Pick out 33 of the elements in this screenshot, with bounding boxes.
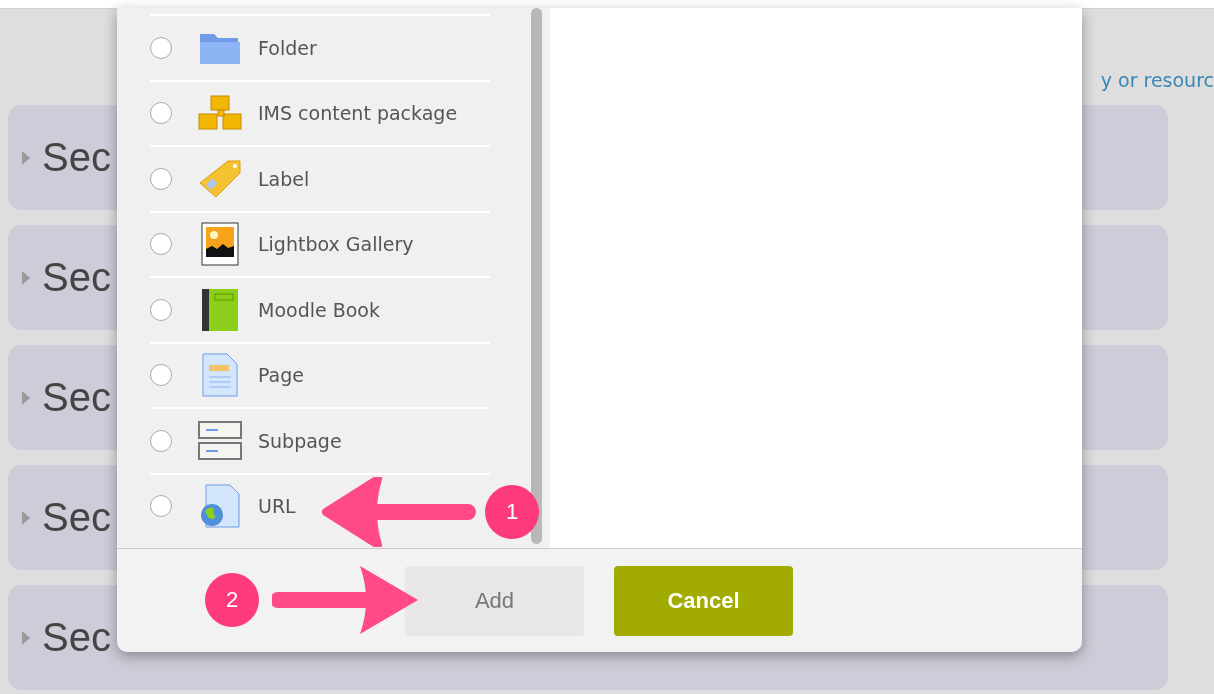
- module-label[interactable]: Lightbox Gallery: [258, 233, 414, 256]
- radio-button[interactable]: [150, 298, 172, 321]
- section-title: Sec: [42, 615, 111, 660]
- radio-button[interactable]: [150, 102, 172, 125]
- scrollbar-thumb[interactable]: [530, 8, 542, 544]
- expand-icon: [22, 390, 30, 405]
- expand-icon: [22, 150, 30, 165]
- radio-button[interactable]: [150, 429, 172, 452]
- radio-button[interactable]: [150, 233, 172, 256]
- radio-button[interactable]: [150, 364, 172, 387]
- image-icon: [198, 222, 242, 267]
- section-title: Sec: [42, 495, 111, 540]
- expand-icon: [22, 270, 30, 285]
- section-title: Sec: [42, 255, 111, 300]
- radio-button[interactable]: [150, 495, 172, 518]
- module-label[interactable]: Page: [258, 364, 304, 387]
- globe-document-icon: [198, 484, 242, 529]
- drawers-icon: [198, 420, 242, 461]
- radio-button[interactable]: [150, 167, 172, 190]
- module-label[interactable]: Subpage: [258, 429, 342, 452]
- tag-icon: [198, 158, 242, 199]
- boxes-icon: [198, 95, 242, 132]
- module-label[interactable]: URL: [258, 495, 296, 518]
- module-label[interactable]: Folder: [258, 36, 317, 59]
- expand-icon: [22, 510, 30, 525]
- section-title: Sec: [42, 375, 111, 420]
- module-label[interactable]: Label: [258, 167, 310, 190]
- radio-button[interactable]: [150, 36, 172, 59]
- module-label[interactable]: IMS content package: [258, 102, 458, 125]
- add-button[interactable]: Add: [405, 565, 584, 636]
- section-title: Sec: [42, 135, 111, 180]
- expand-icon: [22, 630, 30, 645]
- module-label[interactable]: Moodle Book: [258, 298, 380, 321]
